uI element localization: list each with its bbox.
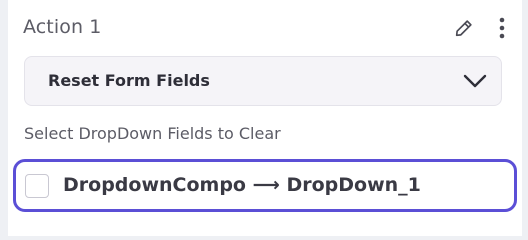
dropdown-field-option[interactable]: DropdownCompo ⟶ DropDown_1 xyxy=(13,159,517,212)
more-options-button[interactable] xyxy=(490,14,514,42)
action-header: Action 1 xyxy=(23,14,505,44)
field-option-label: DropdownCompo ⟶ DropDown_1 xyxy=(63,174,421,196)
chevron-down-icon xyxy=(463,74,487,88)
action-type-value: Reset Form Fields xyxy=(48,71,210,90)
field-checkbox[interactable] xyxy=(25,174,49,198)
edit-action-button[interactable] xyxy=(450,14,478,42)
action-title: Action 1 xyxy=(23,16,102,38)
pencil-icon xyxy=(455,20,472,37)
more-vertical-icon xyxy=(499,17,505,39)
action-type-select[interactable]: Reset Form Fields xyxy=(24,56,502,106)
fields-label: Select DropDown Fields to Clear xyxy=(24,124,281,143)
action-panel: Action 1 Reset Form Fields Select DropDo… xyxy=(8,0,522,236)
